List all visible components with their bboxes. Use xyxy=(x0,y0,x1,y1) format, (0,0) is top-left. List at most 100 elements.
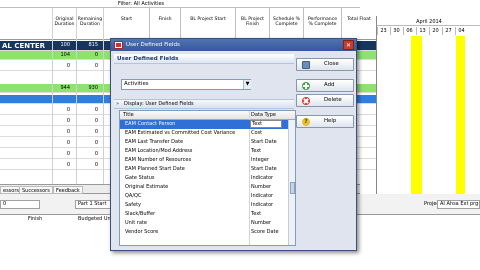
chevron-down-icon[interactable]: ▼ xyxy=(243,80,251,89)
dialog-title-bar[interactable]: User Defined Fields ✕ xyxy=(111,39,356,51)
remaining-duration-cell: 0 xyxy=(94,140,98,146)
field-type: Number xyxy=(251,184,272,190)
detail-field[interactable]: 0 xyxy=(0,200,40,209)
close-button-label: Close xyxy=(324,61,339,67)
tab-feedback[interactable]: Feedback xyxy=(53,186,83,194)
delete-x-icon xyxy=(302,97,310,105)
app-icon xyxy=(114,41,123,49)
column-original-duration[interactable]: Original Duration xyxy=(52,8,76,40)
column-start[interactable]: Start xyxy=(103,8,149,40)
grid-divider xyxy=(103,8,104,184)
list-item-selected[interactable]: EAM Contact Person Text xyxy=(120,120,288,129)
tab-successors[interactable]: Successors xyxy=(19,186,53,194)
column-performance-percent[interactable]: Performance % Complete xyxy=(303,8,341,40)
field-title: Gate Status xyxy=(125,175,155,181)
field-type: Indicator xyxy=(251,202,274,208)
original-duration-cell: 0 xyxy=(66,129,70,135)
detail-column-budgeted-units[interactable]: Budgeted Uni xyxy=(78,215,112,223)
field-title: EAM Contact Person xyxy=(125,121,176,127)
detail-column-finish[interactable]: Finish xyxy=(28,215,42,223)
scrollbar-thumb[interactable] xyxy=(290,182,295,194)
add-button[interactable]: Add xyxy=(296,79,354,92)
original-duration-cell: 0 xyxy=(66,140,70,146)
column-bl-project-finish[interactable]: BL Project Finish xyxy=(235,8,269,40)
column-title[interactable]: Title xyxy=(123,111,134,120)
list-item[interactable]: Slack/Buffer Text xyxy=(120,210,288,219)
list-item[interactable]: QA/QC Indicator xyxy=(120,192,288,201)
list-scrollbar[interactable] xyxy=(288,120,295,245)
field-type-select[interactable]: Text xyxy=(250,120,282,128)
gantt-day: 27 xyxy=(442,27,454,35)
field-title: EAM Location/Mod Address xyxy=(125,148,193,154)
field-title: Vendor Score xyxy=(125,229,159,235)
add-button-label: Add xyxy=(324,82,335,88)
original-duration-cell: 0 xyxy=(66,107,70,113)
field-type: Number xyxy=(251,220,272,226)
list-item[interactable]: EAM Estimated vs Committed Cost Variance… xyxy=(120,129,288,138)
field-title: EAM Estimated vs Committed Cost Variance xyxy=(125,130,236,136)
remaining-duration-cell: 0 xyxy=(94,118,98,124)
original-duration-cell: 0 xyxy=(66,118,70,124)
gantt-chart[interactable]: April 2014 23 30 06 13 20 27 04 xyxy=(376,16,480,210)
remaining-duration-cell: 0 xyxy=(94,52,98,58)
remaining-duration-cell: 0 xyxy=(94,63,98,69)
field-title: EAM Number of Resources xyxy=(125,157,192,163)
field-title: EAM Planned Start Date xyxy=(125,166,185,172)
list-item[interactable]: Safety Indicator xyxy=(120,201,288,210)
original-duration-cell: 0 xyxy=(66,151,70,157)
column-finish[interactable]: Finish xyxy=(149,8,180,40)
list-header: Title Data Type xyxy=(120,111,295,120)
subject-area-select[interactable]: Activities ▼ xyxy=(121,79,251,90)
field-type: Indicator xyxy=(251,175,274,181)
list-item[interactable]: EAM Planned Start Date Start Date xyxy=(120,165,288,174)
gantt-day: 04 xyxy=(455,27,467,35)
help-button-label: Help xyxy=(324,118,337,124)
column-schedule-percent[interactable]: Schedule % Complete xyxy=(269,8,303,40)
subject-area-value: Activities xyxy=(124,81,149,87)
display-label: Display: User Defined Fields xyxy=(124,101,194,107)
project-field[interactable]: AI Ahsa Ext prg-4 xyxy=(437,200,480,209)
list-item[interactable]: Vendor Score Score Date xyxy=(120,228,288,237)
list-item[interactable]: Unit rate Number xyxy=(120,219,288,228)
field-title: Safety xyxy=(125,202,141,208)
delete-button[interactable]: Delete xyxy=(296,94,354,107)
field-title: EAM Last Transfer Date xyxy=(125,139,184,145)
gantt-day: 23 xyxy=(377,27,389,35)
field-title: Slack/Buffer xyxy=(125,211,156,217)
field-type: Score Date xyxy=(251,229,279,235)
list-item[interactable]: EAM Location/Mod Address Text xyxy=(120,147,288,156)
close-button[interactable]: Close xyxy=(296,58,354,71)
remaining-duration-cell: 930 xyxy=(88,85,98,91)
list-item[interactable]: EAM Last Transfer Date Start Date xyxy=(120,138,288,147)
column-remaining-duration[interactable]: Remaining Duration xyxy=(76,8,103,40)
gantt-weekend-band xyxy=(411,36,422,210)
field-type: Cost xyxy=(251,130,263,136)
fields-list[interactable]: Title Data Type EAM Contact Person Text … xyxy=(119,110,296,246)
user-defined-fields-dialog: User Defined Fields ✕ User Defined Field… xyxy=(110,38,357,251)
detail-field[interactable]: Part 1 Start xyxy=(75,200,111,209)
field-type: Start Date xyxy=(251,166,277,172)
help-button[interactable]: ? Help xyxy=(296,115,354,128)
filter-label: Filter: All Activities xyxy=(118,1,165,7)
gantt-weekend-band xyxy=(456,36,465,210)
list-item[interactable]: Gate Status Indicator xyxy=(120,174,288,183)
column-total-float[interactable]: Total Float xyxy=(341,8,376,40)
column-data-type[interactable]: Data Type xyxy=(251,111,276,120)
original-duration-cell: 104 xyxy=(60,52,70,58)
field-title: QA/QC xyxy=(125,193,142,199)
remaining-duration-cell: 0 xyxy=(94,129,98,135)
close-icon[interactable]: ✕ xyxy=(343,40,354,50)
display-options-bar[interactable]: » Display: User Defined Fields xyxy=(114,99,294,109)
column-bl-project-start[interactable]: BL Project Start xyxy=(180,8,235,40)
close-window-icon xyxy=(302,61,310,69)
original-duration-cell: 0 xyxy=(66,63,70,69)
dialog-title: User Defined Fields xyxy=(126,42,180,48)
gantt-day: 30 xyxy=(390,27,402,35)
field-type: Start Date xyxy=(251,139,277,145)
list-item[interactable]: Original Estimate Number xyxy=(120,183,288,192)
field-title: Unit rate xyxy=(125,220,147,226)
plus-icon xyxy=(302,82,310,90)
help-icon: ? xyxy=(302,118,310,126)
grid-column-header: Original Duration Remaining Duration Sta… xyxy=(0,8,376,40)
list-item[interactable]: EAM Number of Resources Integer xyxy=(120,156,288,165)
